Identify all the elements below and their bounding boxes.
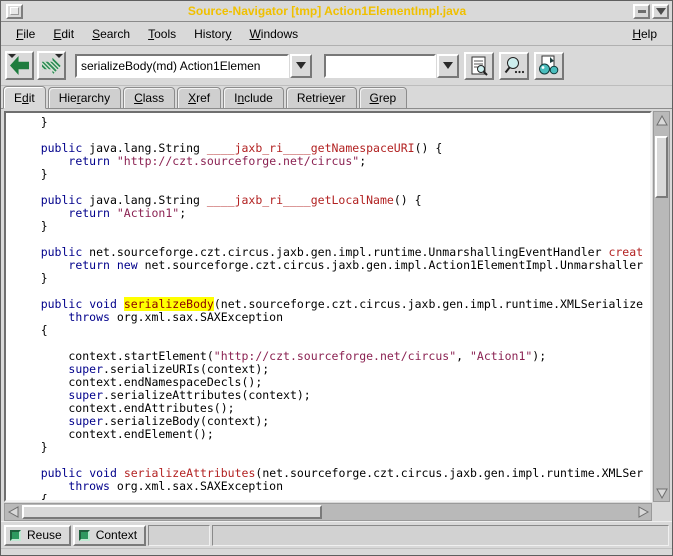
code-line: return new net.sourceforge.czt.circus.ja… bbox=[13, 259, 650, 272]
symbol-combobox bbox=[75, 54, 312, 78]
scroll-up-button[interactable] bbox=[654, 112, 669, 128]
menu-history[interactable]: History bbox=[185, 24, 240, 44]
status-panel-left bbox=[148, 525, 210, 546]
code-line: } bbox=[13, 168, 650, 181]
scroll-down-icon bbox=[656, 488, 668, 499]
scroll-down-button[interactable] bbox=[654, 485, 669, 501]
horizontal-scroll-thumb[interactable] bbox=[22, 505, 322, 519]
chevron-down-icon bbox=[296, 62, 306, 69]
menu-edit[interactable]: Edit bbox=[44, 24, 83, 44]
search-combobox-dropdown-button[interactable] bbox=[437, 54, 459, 78]
maximize-icon bbox=[656, 8, 666, 15]
code-editor[interactable]: } public java.lang.String ____jaxb_ri___… bbox=[4, 111, 652, 502]
code-line: throws org.xml.sax.SAXException bbox=[13, 311, 650, 324]
context-label: Context bbox=[96, 528, 137, 542]
search-combobox bbox=[324, 54, 459, 78]
tab-bar: EditHierarchyClassXrefIncludeRetrieverGr… bbox=[1, 86, 672, 109]
tab-grep[interactable]: Grep bbox=[359, 87, 408, 108]
history-back-button[interactable] bbox=[5, 51, 34, 80]
symbol-combobox-input[interactable] bbox=[75, 54, 289, 78]
code-line: context.endElement(); bbox=[13, 428, 650, 441]
tab-edit[interactable]: Edit bbox=[3, 86, 46, 109]
vertical-scroll-track[interactable] bbox=[654, 128, 669, 485]
code-line: throws org.xml.sax.SAXException bbox=[13, 480, 650, 493]
titlebar: Source-Navigator [tmp] Action1ElementImp… bbox=[1, 1, 672, 22]
context-toggle-button[interactable]: Context bbox=[73, 525, 146, 546]
view-source-icon bbox=[468, 55, 490, 77]
symbol-combobox-dropdown-button[interactable] bbox=[290, 54, 312, 78]
code-line: { bbox=[13, 493, 650, 502]
window-menu-button[interactable] bbox=[6, 4, 23, 19]
history-forward-arrow-icon bbox=[42, 56, 61, 75]
vertical-scroll-thumb[interactable] bbox=[655, 136, 668, 198]
scroll-left-button[interactable] bbox=[5, 504, 21, 520]
code-line: } bbox=[13, 220, 650, 233]
menu-help[interactable]: Help bbox=[623, 24, 666, 44]
window-menu-icon bbox=[10, 7, 19, 15]
tab-hierarchy[interactable]: Hierarchy bbox=[48, 87, 121, 108]
back-dropdown-icon bbox=[8, 54, 16, 58]
minimize-icon bbox=[638, 10, 646, 13]
scroll-left-icon bbox=[8, 506, 19, 518]
scroll-right-button[interactable] bbox=[635, 504, 651, 520]
tab-include[interactable]: Include bbox=[223, 87, 284, 108]
vertical-scrollbar[interactable] bbox=[653, 111, 670, 502]
status-panel-right bbox=[212, 525, 669, 546]
view-source-button[interactable] bbox=[464, 52, 494, 80]
horizontal-scrollbar[interactable] bbox=[4, 503, 652, 521]
tab-retriever[interactable]: Retriever bbox=[286, 87, 357, 108]
find-icon bbox=[503, 55, 525, 77]
reuse-indicator-icon bbox=[10, 530, 21, 541]
grep-files-button[interactable] bbox=[534, 52, 564, 80]
maximize-button[interactable] bbox=[652, 4, 669, 19]
scrollbar-corner bbox=[652, 503, 670, 521]
horizontal-scroll-track[interactable] bbox=[21, 504, 635, 520]
code-line: return "http://czt.sourceforge.net/circu… bbox=[13, 155, 650, 168]
context-indicator-icon bbox=[79, 530, 90, 541]
menu-file[interactable]: File bbox=[7, 24, 44, 44]
chevron-down-icon bbox=[443, 62, 453, 69]
app-window: Source-Navigator [tmp] Action1ElementImp… bbox=[0, 0, 673, 556]
tab-xref[interactable]: Xref bbox=[177, 87, 221, 108]
editor-region: } public java.lang.String ____jaxb_ri___… bbox=[1, 109, 672, 521]
code-line: } bbox=[13, 272, 650, 285]
code-line: } bbox=[13, 116, 650, 129]
history-back-arrow-icon bbox=[10, 56, 29, 75]
scroll-right-icon bbox=[638, 506, 649, 518]
menu-tools[interactable]: Tools bbox=[139, 24, 185, 44]
find-button[interactable] bbox=[499, 52, 529, 80]
code-line: return "Action1"; bbox=[13, 207, 650, 220]
forward-dropdown-icon bbox=[55, 54, 63, 58]
reuse-label: Reuse bbox=[27, 528, 62, 542]
menubar: FileEditSearchToolsHistoryWindows Help bbox=[1, 22, 672, 46]
menu-search[interactable]: Search bbox=[83, 24, 139, 44]
search-combobox-input[interactable] bbox=[324, 54, 436, 78]
history-forward-button[interactable] bbox=[37, 51, 66, 80]
window-resize-edge[interactable] bbox=[1, 548, 672, 555]
scroll-up-icon bbox=[656, 115, 668, 126]
code-line: { bbox=[13, 324, 650, 337]
minimize-button[interactable] bbox=[633, 4, 650, 19]
window-title: Source-Navigator [tmp] Action1ElementImp… bbox=[23, 4, 631, 18]
toolbar bbox=[1, 46, 672, 86]
code-line: } bbox=[13, 441, 650, 454]
menu-windows[interactable]: Windows bbox=[240, 24, 307, 44]
reuse-toggle-button[interactable]: Reuse bbox=[4, 525, 71, 546]
statusbar: Reuse Context bbox=[1, 521, 672, 548]
grep-files-icon bbox=[537, 55, 561, 77]
tab-class[interactable]: Class bbox=[123, 87, 175, 108]
